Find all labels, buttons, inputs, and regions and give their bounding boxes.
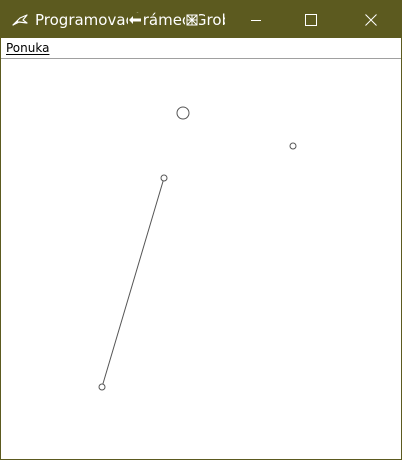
minimize-button[interactable] [233,1,279,38]
large-circle [176,106,190,120]
segment-line [101,177,165,388]
maximize-button[interactable] [288,1,334,38]
small-circle-right [289,142,297,150]
bird-icon [12,14,28,26]
menu-bar: Ponuka [1,38,401,59]
drawing-surface [98,106,297,391]
menu-item-ponuka[interactable]: Ponuka [5,40,50,56]
title-bar[interactable]: Programovací rámec Grobb... [1,1,401,38]
maximize-icon [305,13,317,26]
drawing-canvas[interactable] [1,59,401,459]
segment-endpoint-top [160,174,168,182]
arrow-glyph-icon [128,13,142,27]
grid-glyph-icon [185,13,199,27]
close-icon [365,13,377,26]
close-button[interactable] [348,1,394,38]
minimize-icon [251,19,261,21]
app-window: Programovací rámec Grobb... Ponuk [0,0,402,460]
segment-endpoint-bottom [98,383,106,391]
